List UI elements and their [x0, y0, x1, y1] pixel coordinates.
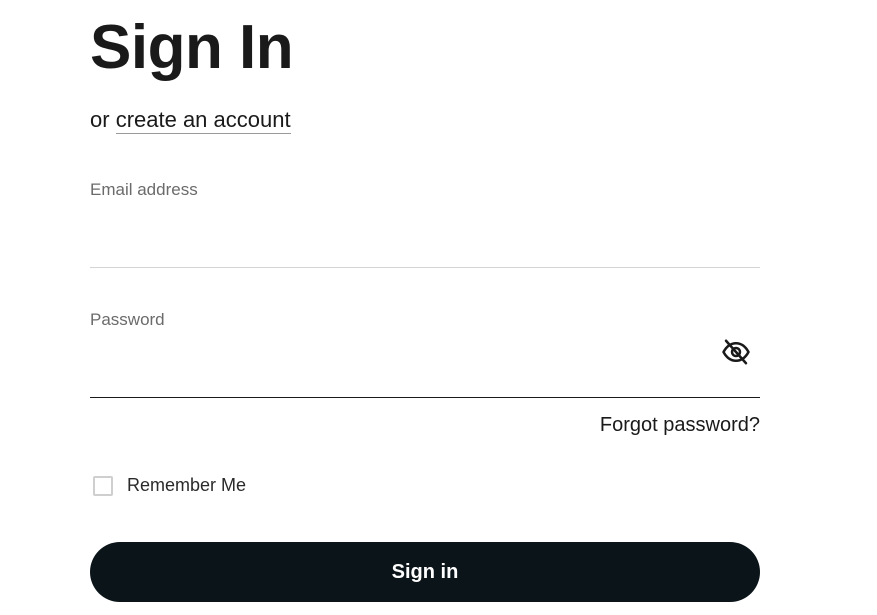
- create-account-line: or create an account: [90, 106, 291, 134]
- forgot-password-link[interactable]: Forgot password?: [600, 414, 760, 437]
- create-account-link[interactable]: create an account: [115, 107, 291, 134]
- remember-me-label: Remember Me: [127, 475, 247, 495]
- email-label: Email address: [90, 180, 198, 199]
- remember-me-checkbox[interactable]: [93, 475, 113, 496]
- email-field: Email address: [90, 178, 760, 268]
- page-title: Sign In: [90, 13, 294, 82]
- sign-in-button[interactable]: Sign in: [90, 542, 760, 602]
- password-input[interactable]: [90, 344, 700, 384]
- password-label: Password: [90, 310, 165, 329]
- email-input[interactable]: [90, 214, 700, 254]
- or-prefix: or: [90, 107, 110, 132]
- password-field: Password: [90, 308, 760, 398]
- remember-me-row[interactable]: Remember Me: [93, 475, 246, 496]
- eye-off-icon[interactable]: [720, 336, 752, 368]
